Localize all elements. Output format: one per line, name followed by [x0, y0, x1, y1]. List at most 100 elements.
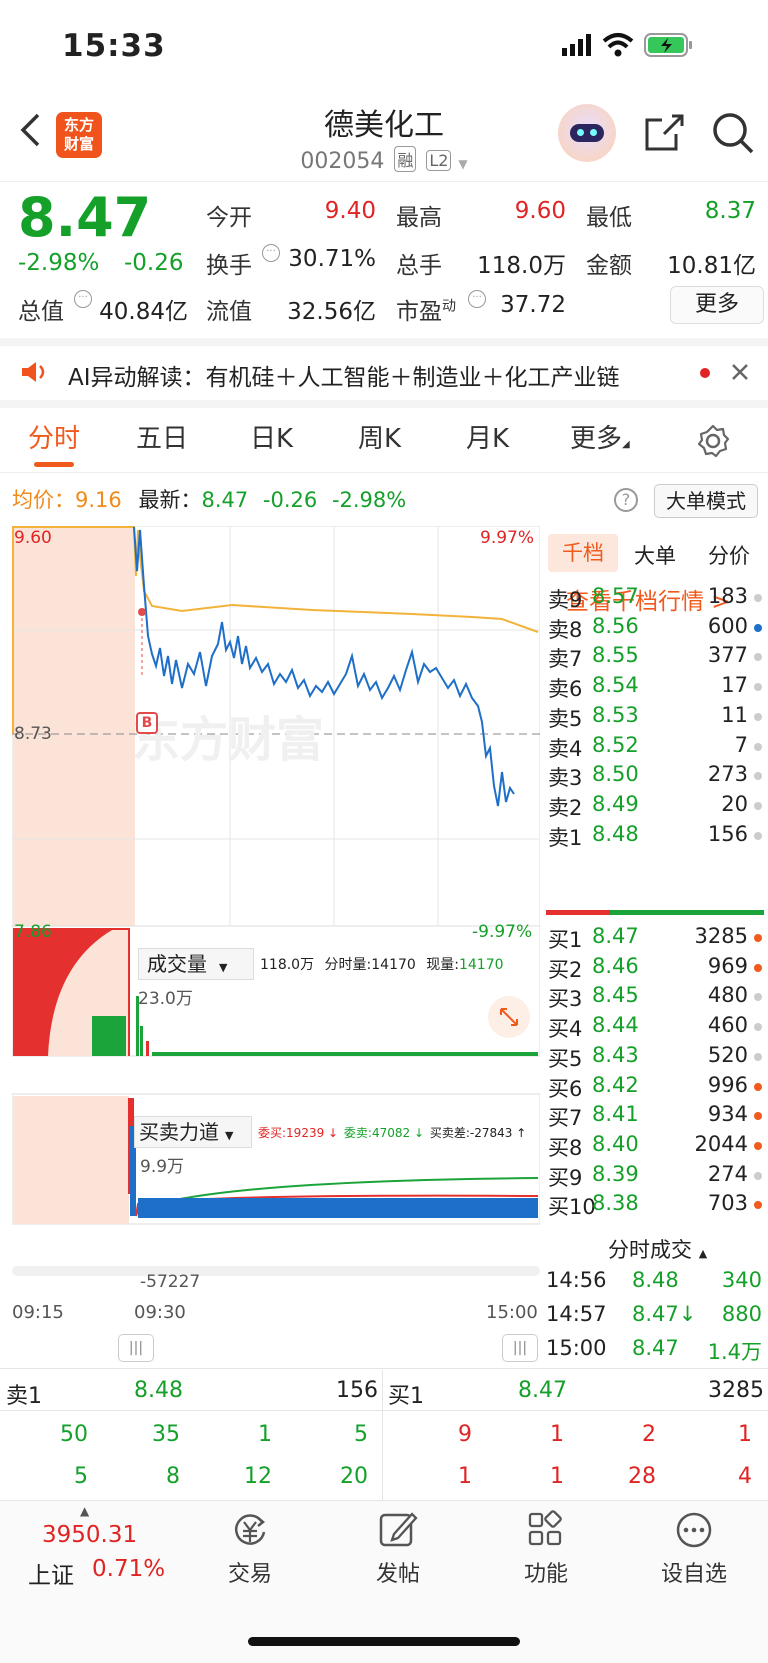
share-icon[interactable]	[644, 112, 684, 156]
index-up-arrow: ▲	[80, 1504, 90, 1518]
bid-volume: 703	[707, 1191, 748, 1216]
turnover-value: 30.71%	[288, 246, 376, 272]
order-dot	[754, 772, 762, 781]
bid-volume: 996	[707, 1072, 748, 1097]
buy-marker[interactable]: B	[136, 712, 158, 734]
order-dot	[754, 1171, 762, 1180]
ask-volume: 17	[721, 673, 748, 698]
ticks-header[interactable]: 分时成交 ▲	[608, 1234, 707, 1264]
big-order-mode-button[interactable]: 大单模式	[654, 484, 758, 518]
status-bar: 15:33	[0, 0, 768, 96]
force-selector[interactable]: 买卖力道 ▼	[134, 1116, 252, 1148]
more-quote-button[interactable]: 更多	[670, 286, 764, 324]
bid-level: 买3	[548, 987, 583, 1012]
tab-five-day[interactable]: 五日	[136, 418, 188, 455]
bid-row[interactable]: 买8 8.40 2044	[546, 1132, 768, 1162]
bid-volume: 480	[707, 983, 748, 1008]
volume-label: 总手	[396, 253, 442, 279]
time-axis-end: 15:00	[486, 1302, 538, 1323]
function-icon[interactable]	[526, 1510, 566, 1554]
range-handle-right[interactable]: |||	[502, 1334, 538, 1362]
bid-row[interactable]: 买10 8.38 703	[546, 1191, 768, 1221]
bid-row[interactable]: 买6 8.42 996	[546, 1073, 768, 1103]
close-icon[interactable]	[730, 362, 750, 386]
volume-selector[interactable]: 成交量 ▼	[138, 948, 254, 980]
bid-volume: 969	[707, 953, 748, 978]
ai-robot-avatar[interactable]	[558, 104, 616, 162]
avg-price: 9.16	[75, 488, 122, 512]
bid-row[interactable]: 买3 8.45 480	[546, 983, 768, 1013]
bid-row[interactable]: 买9 8.39 274	[546, 1162, 768, 1192]
bid-price: 8.44	[592, 1013, 639, 1038]
queue-order-cell: 5	[354, 1422, 368, 1447]
ask-row[interactable]: 卖6 8.54 17	[546, 673, 768, 703]
order-dot	[754, 1141, 762, 1150]
low-value: 8.37	[704, 198, 756, 224]
bid-row[interactable]: 买1 8.47 3285	[546, 924, 768, 954]
ask-row[interactable]: 卖5 8.53 11	[546, 703, 768, 733]
search-icon[interactable]	[712, 112, 756, 160]
index-name[interactable]: 上证	[28, 1556, 74, 1590]
tab-weekly-k[interactable]: 周K	[358, 418, 401, 455]
ask-row[interactable]: 卖2 8.49 20	[546, 792, 768, 822]
bid-level: 买2	[548, 957, 583, 982]
orderbook-tab-bigorder[interactable]: 大单	[634, 540, 676, 570]
bid-row[interactable]: 买4 8.44 460	[546, 1013, 768, 1043]
bid-row[interactable]: 买2 8.46 969	[546, 954, 768, 984]
ask-level: 卖4	[548, 736, 583, 761]
high-label: 最高	[396, 205, 442, 231]
ask-row[interactable]: 卖3 8.50 273	[546, 762, 768, 792]
spread-bar-green	[610, 910, 764, 915]
post-icon[interactable]	[378, 1510, 418, 1554]
nav-function[interactable]: 功能	[506, 1556, 586, 1588]
trade-icon[interactable]	[230, 1510, 270, 1554]
ask-volume: 156	[707, 821, 748, 846]
margin-tag: 融	[394, 146, 417, 172]
help-icon[interactable]: ?	[614, 488, 638, 512]
queue-divider	[382, 1370, 383, 1500]
ask-volume: 11	[721, 702, 748, 727]
index-value[interactable]: 3950.31	[42, 1522, 137, 1548]
queue-bid-price: 8.47	[518, 1378, 567, 1403]
volume-value: 118.0万	[477, 253, 566, 279]
open-label: 今开	[206, 205, 252, 231]
ai-insight-text[interactable]: AI异动解读：有机硅＋人工智能＋制造业＋化工产业链	[68, 358, 620, 392]
bid-row[interactable]: 买7 8.41 934	[546, 1102, 768, 1132]
bid-row[interactable]: 买5 8.43 520	[546, 1043, 768, 1073]
ask-level: 卖5	[548, 706, 583, 731]
ask-row[interactable]: 卖8 8.56 600	[546, 614, 768, 644]
expand-chart-icon[interactable]	[488, 996, 530, 1038]
order-dot	[754, 1201, 762, 1210]
queue-order-cell: 35	[152, 1422, 180, 1447]
force-min-label: -57227	[140, 1272, 201, 1292]
orderbook-tab-depth[interactable]: 千档	[548, 534, 618, 572]
order-dot	[754, 993, 762, 1002]
ask-row[interactable]: 卖9 8.57 183	[546, 584, 768, 614]
nav-add-watchlist[interactable]: 设自选	[648, 1556, 740, 1588]
settings-icon[interactable]	[696, 424, 730, 462]
add-watchlist-icon[interactable]	[674, 1510, 714, 1554]
orderbook-tab-byprice[interactable]: 分价	[708, 540, 750, 570]
order-dot	[754, 594, 762, 602]
range-handle-left[interactable]: |||	[118, 1334, 154, 1362]
nav-trade[interactable]: 交易	[210, 1556, 290, 1588]
latest-price: 8.47	[201, 488, 249, 512]
index-pct[interactable]: 0.71%	[92, 1556, 165, 1582]
bid-volume: 934	[707, 1102, 748, 1127]
tick-time: 14:56	[546, 1268, 607, 1292]
tab-daily-k[interactable]: 日K	[250, 418, 293, 455]
turnover-info-icon[interactable]: ···	[262, 244, 280, 262]
intraday-chart[interactable]: 东方财富	[11, 525, 541, 1298]
ask-row[interactable]: 卖1 8.48 156	[546, 822, 768, 852]
order-dot	[754, 831, 762, 840]
queue-order-cell: 1	[738, 1422, 752, 1447]
tab-active-underline	[34, 462, 74, 467]
ask-row[interactable]: 卖7 8.55 377	[546, 643, 768, 673]
tab-monthly-k[interactable]: 月K	[466, 418, 509, 455]
ask-row[interactable]: 卖4 8.52 7	[546, 733, 768, 763]
ask-price: 8.54	[592, 673, 639, 698]
nav-post[interactable]: 发帖	[358, 1556, 438, 1588]
y-axis-low: 7.86	[14, 922, 52, 942]
tab-intraday[interactable]: 分时	[28, 418, 80, 455]
tab-more[interactable]: 更多◢	[570, 418, 630, 455]
